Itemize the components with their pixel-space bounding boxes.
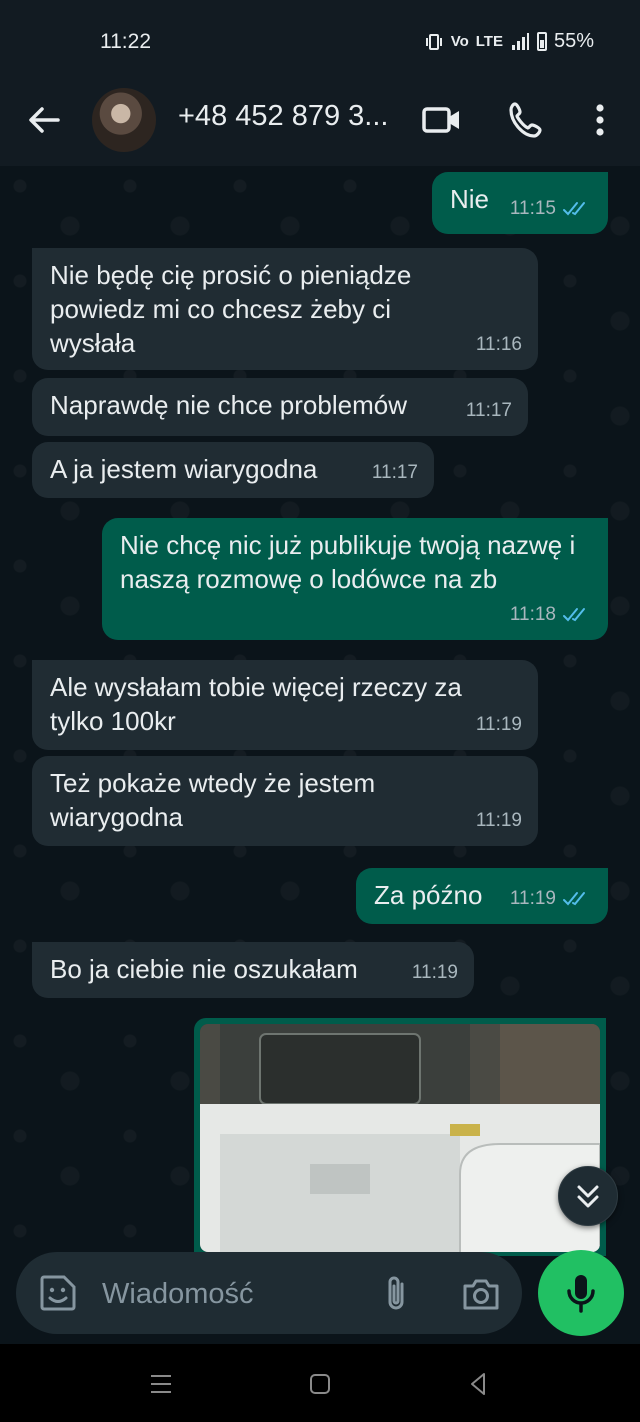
read-ticks-icon [563, 608, 585, 622]
message-outgoing[interactable]: Nie 11:15 [432, 172, 608, 234]
message-incoming[interactable]: Naprawdę nie chce problemów 11:17 [32, 378, 528, 436]
message-incoming[interactable]: Nie będę cię prosić o pieniądze powiedz … [32, 248, 538, 370]
message-time: 11:19 [509, 888, 556, 909]
message-text: Naprawdę nie chce problemów [50, 390, 407, 420]
message-text: Też pokaże wtedy że jestem wiarygodna [50, 768, 376, 832]
signal-icon [511, 32, 529, 50]
attach-paperclip-icon[interactable] [376, 1272, 416, 1316]
message-time: 11:18 [509, 604, 556, 625]
contact-avatar[interactable] [92, 88, 156, 152]
chat-area[interactable]: Nie 11:15 Nie będę cię prosić o pieniądz… [0, 166, 640, 1256]
message-meta: 11:19 [510, 882, 592, 916]
message-composer [16, 1252, 522, 1334]
contact-name[interactable]: +48 452 879 3... [178, 100, 388, 133]
back-nav-icon[interactable] [464, 1370, 492, 1398]
message-meta: 11:19 [476, 804, 522, 838]
message-input[interactable] [100, 1274, 364, 1314]
battery-percent: 55% [553, 30, 594, 52]
video-call-icon[interactable] [420, 98, 464, 142]
message-time: 11:19 [411, 962, 458, 983]
message-meta: 11:19 [476, 708, 522, 742]
more-options-icon[interactable] [578, 98, 622, 142]
fridge-photo[interactable] [200, 1024, 600, 1252]
status-indicators: Vo LTE 55% [424, 30, 594, 53]
battery-icon [536, 32, 547, 51]
camera-icon[interactable] [460, 1274, 502, 1314]
recent-apps-icon[interactable] [147, 1370, 175, 1398]
status-time: 11:22 [100, 30, 151, 53]
message-time: 11:19 [475, 714, 522, 735]
read-ticks-icon [563, 892, 585, 906]
home-icon[interactable] [306, 1370, 334, 1398]
back-arrow-icon[interactable] [24, 100, 64, 140]
message-meta: 11:17 [466, 394, 512, 428]
message-outgoing[interactable]: Nie chcę nic już publikuje twoją nazwę i… [102, 518, 608, 640]
message-time: 11:16 [475, 334, 522, 355]
message-incoming[interactable]: Ale wysłałam tobie więcej rzeczy za tylk… [32, 660, 538, 750]
scroll-to-bottom-button[interactable] [558, 1166, 618, 1226]
message-time: 11:17 [371, 462, 418, 483]
message-meta: 11:18 [510, 598, 592, 632]
image-message[interactable] [194, 1018, 606, 1256]
message-time: 11:15 [509, 198, 556, 219]
message-time: 11:19 [475, 810, 522, 831]
voice-call-icon[interactable] [505, 98, 549, 142]
message-text: Bo ja ciebie nie oszukałam [50, 954, 358, 984]
volte-icon: Vo [450, 33, 469, 50]
chevron-double-down-icon [577, 1185, 599, 1208]
message-incoming[interactable]: Bo ja ciebie nie oszukałam 11:19 [32, 942, 474, 998]
message-text: Ale wysłałam tobie więcej rzeczy za tylk… [50, 672, 462, 736]
message-meta: 11:19 [412, 956, 458, 990]
read-ticks-icon [563, 202, 585, 216]
message-incoming[interactable]: Też pokaże wtedy że jestem wiarygodna 11… [32, 756, 538, 846]
sticker-emoji-icon[interactable] [36, 1271, 80, 1315]
message-meta: 11:16 [476, 328, 522, 362]
lte-signal-icon: LTE [475, 33, 503, 50]
message-meta: 11:17 [372, 456, 418, 490]
message-text: A ja jestem wiarygodna [50, 454, 318, 484]
chat-header: +48 452 879 3... [0, 80, 640, 166]
voice-record-button[interactable] [538, 1250, 624, 1336]
message-meta: 11:15 [510, 192, 592, 226]
system-nav-bar [0, 1344, 640, 1422]
message-incoming[interactable]: A ja jestem wiarygodna 11:17 [32, 442, 434, 498]
fridge-image [200, 1024, 600, 1252]
message-text: Nie chcę nic już publikuje twoją nazwę i… [120, 530, 576, 594]
vibrate-icon [425, 33, 442, 50]
message-time: 11:17 [465, 400, 512, 421]
message-text: Nie będę cię prosić o pieniądze powiedz … [50, 260, 412, 358]
microphone-icon [567, 1275, 595, 1313]
status-bar: 11:22 Vo LTE 55% [0, 0, 640, 80]
message-outgoing[interactable]: Za późno 11:19 [356, 868, 608, 924]
